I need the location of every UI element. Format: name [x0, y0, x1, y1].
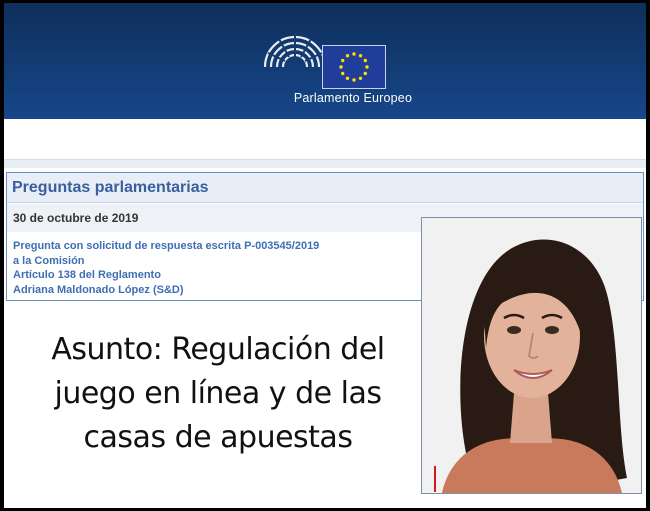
header-banner: Parlamento Europeo	[4, 3, 646, 119]
hemicycle-logo-icon	[263, 33, 327, 69]
subject-line-1: Asunto: Regulación del	[51, 332, 385, 367]
recipient-line: a la Comisión	[13, 254, 85, 267]
subject-line-3: casas de apuestas	[83, 420, 353, 455]
subject-line-2: juego en línea y de las	[54, 376, 382, 411]
brand-name: Parlamento Europeo	[293, 91, 413, 105]
divider-strip	[4, 159, 646, 168]
screenshot-frame: Parlamento Europeo Preguntas parlamentar…	[0, 0, 650, 511]
question-details: Pregunta con solicitud de respuesta escr…	[13, 239, 319, 297]
page: Parlamento Europeo Preguntas parlamentar…	[4, 3, 646, 508]
section-title: Preguntas parlamentarias	[7, 173, 643, 203]
subject-heading: Asunto: Regulación del juego en línea y …	[18, 328, 418, 460]
rule-line: Artículo 138 del Reglamento	[13, 269, 161, 281]
author-line: Adriana Maldonado López (S&D)	[13, 283, 184, 296]
eu-flag-icon	[322, 45, 386, 89]
eu-stars-icon	[339, 52, 369, 82]
question-type-line: Pregunta con solicitud de respuesta escr…	[13, 240, 320, 252]
portrait-illustration	[422, 218, 641, 493]
portrait-photo	[421, 217, 642, 494]
